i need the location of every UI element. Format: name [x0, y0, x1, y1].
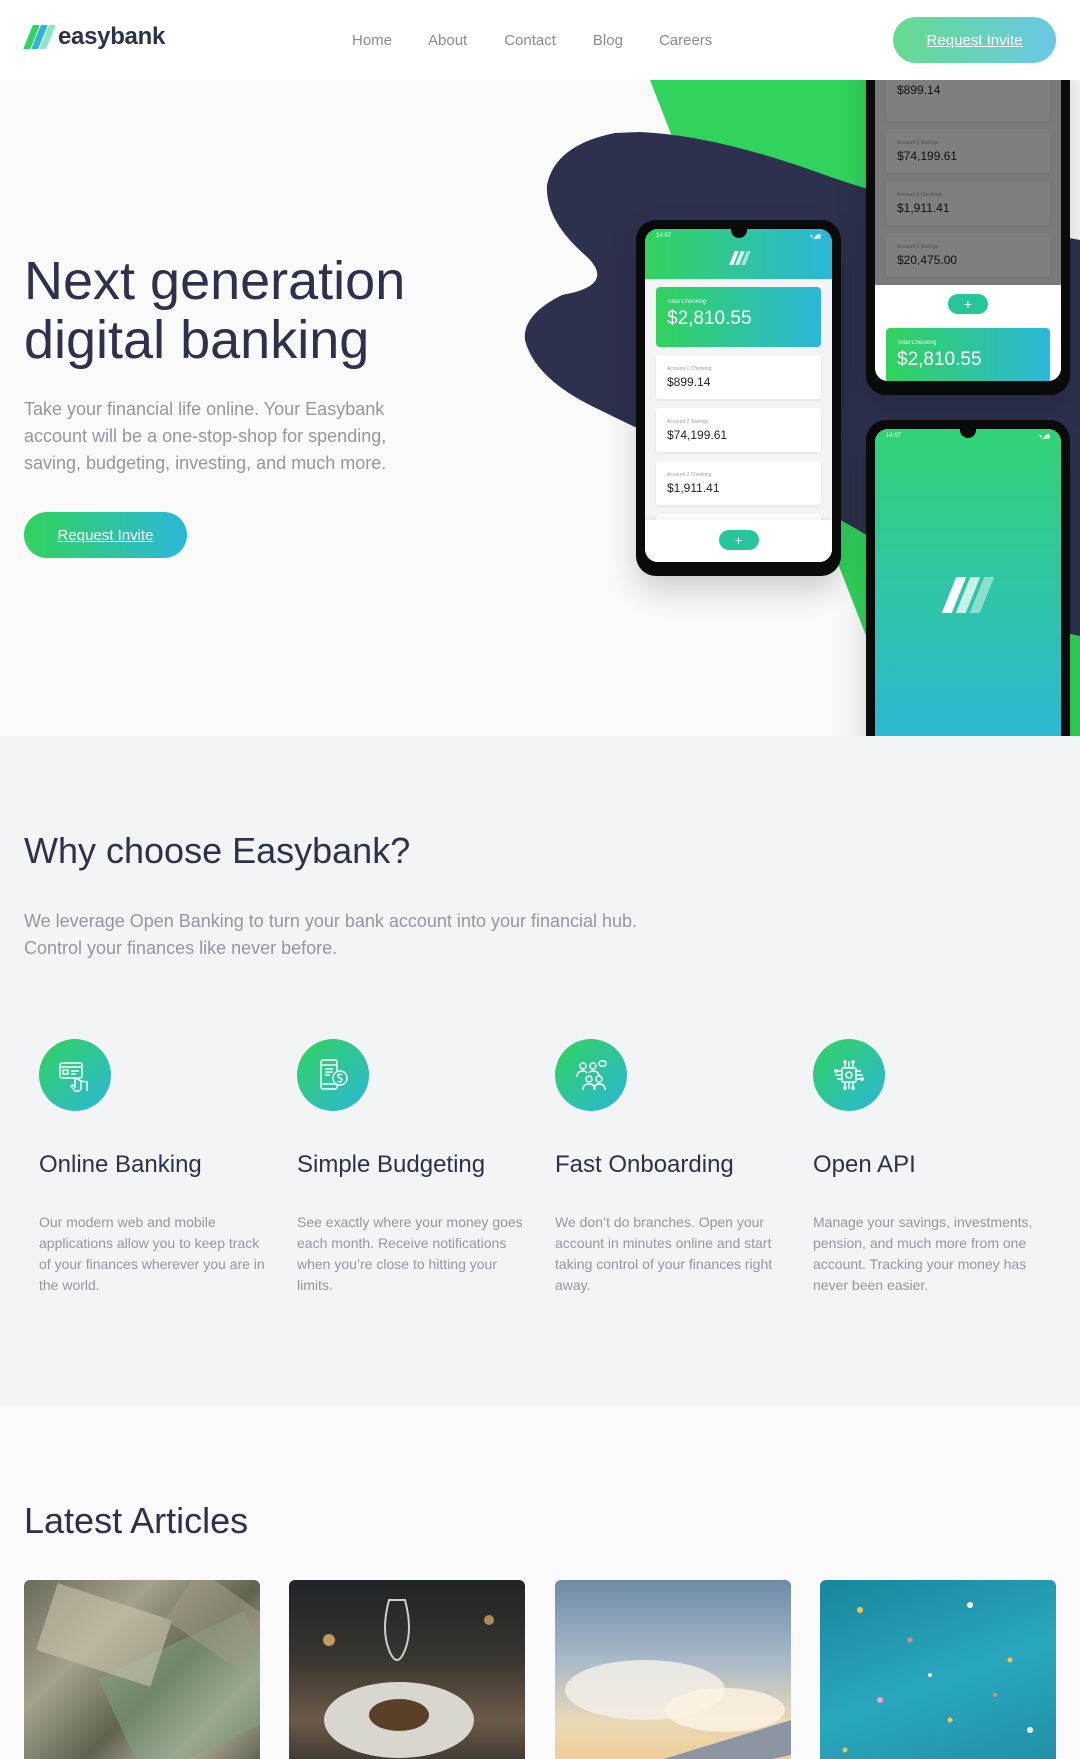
nav-link-careers[interactable]: Careers: [659, 32, 712, 49]
nav-link-about[interactable]: About: [428, 32, 467, 49]
article-image-restaurant[interactable]: [289, 1580, 525, 1759]
phone-mockup-dashboard: 14:07 ▾◢▮ Total Checking $2,810.55 Accou…: [636, 220, 841, 576]
budgeting-icon: [297, 1039, 369, 1111]
total-checking-card: Total Checking $2,810.55: [656, 287, 821, 347]
easybank-logo[interactable]: easybank: [23, 23, 166, 50]
logo-mark-icon: [23, 25, 56, 49]
feature-text: Manage your savings, investments, pensio…: [813, 1214, 1033, 1293]
top-navigation: easybank Home About Contact Blog Careers…: [0, 0, 1080, 80]
article-image-currency[interactable]: [24, 1580, 260, 1759]
feature-text: Our modern web and mobile applications a…: [39, 1214, 265, 1293]
phone-mockup-splash: 14:07 ▾◢▮: [866, 420, 1070, 736]
add-button: +: [948, 294, 988, 314]
hero-title: Next generation digital banking: [24, 251, 406, 370]
confetti-image: [842, 1602, 1033, 1753]
api-icon: [813, 1039, 885, 1111]
feature-title: Open API: [813, 1151, 916, 1178]
onboarding-icon: [555, 1039, 627, 1111]
phone-screen: $899.14 Account 2 Savings $74,199.61 Acc…: [875, 80, 1061, 381]
why-choose-section: Why choose Easybank? We leverage Open Ba…: [0, 736, 1080, 1406]
nav-link-contact[interactable]: Contact: [504, 32, 556, 49]
nav-link-home[interactable]: Home: [352, 32, 392, 49]
hero-description: Take your financial life online. Your Ea…: [24, 399, 387, 473]
account-card: Account 2 Savings $74,199.61: [656, 408, 821, 452]
section-description: We leverage Open Banking to turn your ba…: [24, 911, 638, 958]
phone-mockup-top: $899.14 Account 2 Savings $74,199.61 Acc…: [866, 80, 1070, 395]
online-banking-icon: [39, 1039, 111, 1111]
nav-request-invite-button[interactable]: Request Invite: [893, 17, 1056, 63]
hero-section: Next generation digital banking Take you…: [0, 80, 1080, 736]
account-card: Account 1 Checking $899.14: [656, 355, 821, 399]
phone-screen: 14:07 ▾◢▮ Total Checking $2,810.55 Accou…: [645, 229, 832, 562]
feature-text: See exactly where your money goes each m…: [297, 1214, 523, 1293]
hero-request-invite-button[interactable]: Request Invite: [24, 512, 187, 558]
feature-title: Online Banking: [39, 1151, 202, 1178]
phone-bottom-bar: +: [645, 520, 832, 562]
phone-screen: 14:07 ▾◢▮: [875, 429, 1061, 736]
feature-title: Simple Budgeting: [297, 1151, 486, 1178]
add-button: +: [718, 530, 759, 550]
section-title: Latest Articles: [24, 1500, 249, 1541]
account-card: Account 2 Checking $1,911.41: [656, 461, 821, 505]
article-image-airplane[interactable]: [555, 1580, 791, 1759]
nav-links: Home About Contact Blog Careers: [352, 32, 712, 49]
total-checking-card: Total Checking $2,810.55: [886, 328, 1050, 381]
feature-title: Fast Onboarding: [555, 1151, 734, 1178]
app-logo-icon: [941, 577, 995, 613]
latest-articles-section: Latest Articles: [0, 1406, 1080, 1759]
restaurant-image: [323, 1599, 494, 1758]
section-title: Why choose Easybank?: [24, 830, 411, 871]
logo-text: easybank: [58, 23, 166, 50]
nav-link-blog[interactable]: Blog: [593, 32, 623, 49]
airplane-wing-image: [565, 1660, 791, 1759]
splash-screen: 14:07 ▾◢▮: [875, 429, 1061, 736]
feature-text: We don’t do branches. Open your account …: [555, 1214, 773, 1293]
article-image-confetti[interactable]: [820, 1580, 1056, 1759]
app-logo-icon: [728, 251, 751, 265]
currency-image: [36, 1580, 260, 1759]
